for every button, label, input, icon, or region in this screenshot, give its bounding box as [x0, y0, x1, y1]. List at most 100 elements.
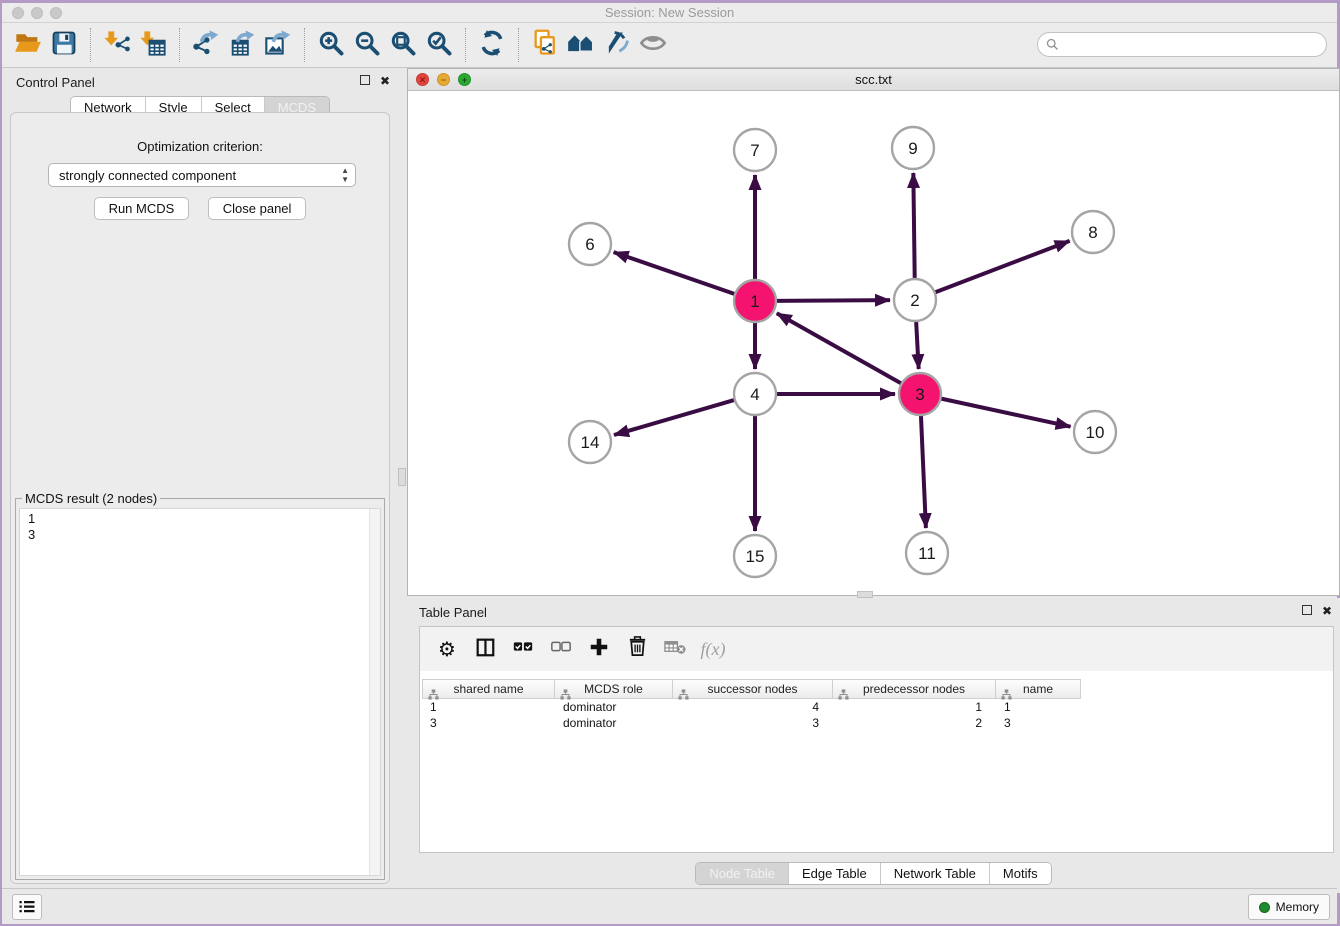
table-tab-node-table[interactable]: Node Table [696, 863, 789, 884]
search-input[interactable] [1060, 35, 1326, 55]
edge-2-9[interactable] [913, 173, 914, 280]
maximize-window-button[interactable] [50, 7, 62, 19]
edge-1-6[interactable] [614, 252, 736, 294]
eye-button[interactable] [635, 27, 671, 63]
close-network-icon[interactable]: ✕ [416, 73, 429, 86]
edge-3-1[interactable] [777, 313, 903, 384]
export-network-button[interactable] [188, 27, 224, 63]
table-cell[interactable]: dominator [555, 715, 673, 731]
graph-node-3[interactable]: 3 [899, 373, 941, 415]
run-mcds-button[interactable]: Run MCDS [94, 197, 190, 220]
neighbors-button[interactable] [563, 27, 599, 63]
import-network-button[interactable] [99, 27, 135, 63]
table-tab-edge-table[interactable]: Edge Table [789, 863, 881, 884]
split-columns-button[interactable] [468, 633, 502, 665]
table-tab-network-table[interactable]: Network Table [881, 863, 990, 884]
edge-1-2[interactable] [775, 300, 890, 301]
table-cell[interactable]: 3 [673, 715, 833, 731]
maximize-network-icon[interactable]: + [458, 73, 471, 86]
gear-button[interactable]: ⚙ [430, 633, 464, 665]
column-label: successor nodes [673, 682, 832, 696]
result-scrollbar[interactable] [369, 509, 380, 875]
table-body: 1dominator4113dominator323 [422, 699, 1331, 731]
graph-node-14[interactable]: 14 [569, 421, 611, 463]
close-window-button[interactable] [12, 7, 24, 19]
graph-node-6[interactable]: 6 [569, 223, 611, 265]
export-image-icon [264, 29, 292, 62]
zoom-selected-button[interactable] [421, 27, 457, 63]
add-column-button[interactable] [582, 633, 616, 665]
graph-node-4[interactable]: 4 [734, 373, 776, 415]
column-header-MCDS-role[interactable]: MCDS role [555, 679, 673, 699]
network-graph[interactable]: 7 9 6 8 1 2 4 3 14 10 15 11 [408, 91, 1339, 596]
minimize-network-icon[interactable]: − [437, 73, 450, 86]
search-icon [1045, 37, 1060, 52]
memory-button[interactable]: Memory [1248, 894, 1330, 920]
table-cell[interactable]: 1 [833, 699, 996, 715]
graph-node-7[interactable]: 7 [734, 129, 776, 171]
mcds-result-textarea[interactable]: 1 3 [19, 508, 381, 876]
horizontal-splitter-handle[interactable] [857, 591, 873, 598]
vertical-splitter-handle[interactable] [398, 468, 406, 486]
edge-4-14[interactable] [614, 400, 736, 435]
graph-node-9[interactable]: 9 [892, 127, 934, 169]
optimization-criterion-select[interactable]: strongly connected component ▲▼ [48, 163, 356, 187]
minimize-window-button[interactable] [31, 7, 43, 19]
edge-3-10[interactable] [940, 398, 1071, 426]
graph-node-2[interactable]: 2 [894, 279, 936, 321]
column-header-predecessor-nodes[interactable]: predecessor nodes [833, 679, 996, 699]
graph-node-11[interactable]: 11 [906, 532, 948, 574]
refresh-layout-button[interactable] [474, 27, 510, 63]
close-table-panel-icon[interactable]: ✖ [1322, 605, 1332, 618]
table-cell[interactable]: 3 [422, 715, 555, 731]
edge-2-3[interactable] [916, 320, 919, 369]
svg-text:3: 3 [915, 385, 924, 404]
network-window-titlebar[interactable]: ✕ − + scc.txt [408, 69, 1339, 91]
graph-node-1[interactable]: 1 [734, 280, 776, 322]
import-table-button[interactable] [135, 27, 171, 63]
hide-details-button[interactable] [599, 27, 635, 63]
table-tab-motifs[interactable]: Motifs [990, 863, 1051, 884]
save-button[interactable] [46, 27, 82, 63]
export-image-button[interactable] [260, 27, 296, 63]
zoom-fit-button[interactable] [385, 27, 421, 63]
search-box[interactable] [1037, 32, 1327, 57]
float-table-panel-icon[interactable] [1302, 605, 1312, 618]
open-folder-icon [14, 29, 42, 62]
zoom-in-button[interactable] [313, 27, 349, 63]
table-row[interactable]: 3dominator323 [422, 715, 1331, 731]
delete-column-button[interactable] [620, 633, 654, 665]
graph-node-8[interactable]: 8 [1072, 211, 1114, 253]
window-controls[interactable] [12, 7, 62, 19]
graph-node-10[interactable]: 10 [1074, 411, 1116, 453]
export-table-button[interactable] [224, 27, 260, 63]
close-panel-button[interactable]: Close panel [208, 197, 307, 220]
table-cell[interactable]: 1 [422, 699, 555, 715]
float-panel-icon[interactable] [360, 75, 370, 88]
svg-text:15: 15 [746, 547, 765, 566]
gear-icon: ⚙ [438, 637, 456, 662]
edge-2-8[interactable] [934, 241, 1070, 293]
close-panel-icon[interactable]: ✖ [380, 75, 390, 88]
edge-3-11[interactable] [921, 414, 926, 528]
duplicate-network-button[interactable] [527, 27, 563, 63]
select-all-button[interactable] [506, 633, 540, 665]
open-folder-button[interactable] [10, 27, 46, 63]
task-history-button[interactable] [12, 894, 42, 920]
table-cell[interactable]: 3 [996, 715, 1081, 731]
table-row[interactable]: 1dominator411 [422, 699, 1331, 715]
column-header-name[interactable]: name [996, 679, 1081, 699]
table-cell[interactable]: 4 [673, 699, 833, 715]
deselect-all-button[interactable] [544, 633, 578, 665]
toolbar-separator [518, 28, 519, 62]
column-header-shared-name[interactable]: shared name [422, 679, 555, 699]
zoom-out-button[interactable] [349, 27, 385, 63]
column-header-successor-nodes[interactable]: successor nodes [673, 679, 833, 699]
table-cell[interactable]: dominator [555, 699, 673, 715]
network-canvas[interactable]: 7 9 6 8 1 2 4 3 14 10 15 11 [408, 91, 1339, 595]
main-toolbar [2, 23, 1337, 68]
table-cell[interactable]: 2 [833, 715, 996, 731]
zoom-fit-icon [389, 29, 417, 62]
graph-node-15[interactable]: 15 [734, 535, 776, 577]
table-cell[interactable]: 1 [996, 699, 1081, 715]
